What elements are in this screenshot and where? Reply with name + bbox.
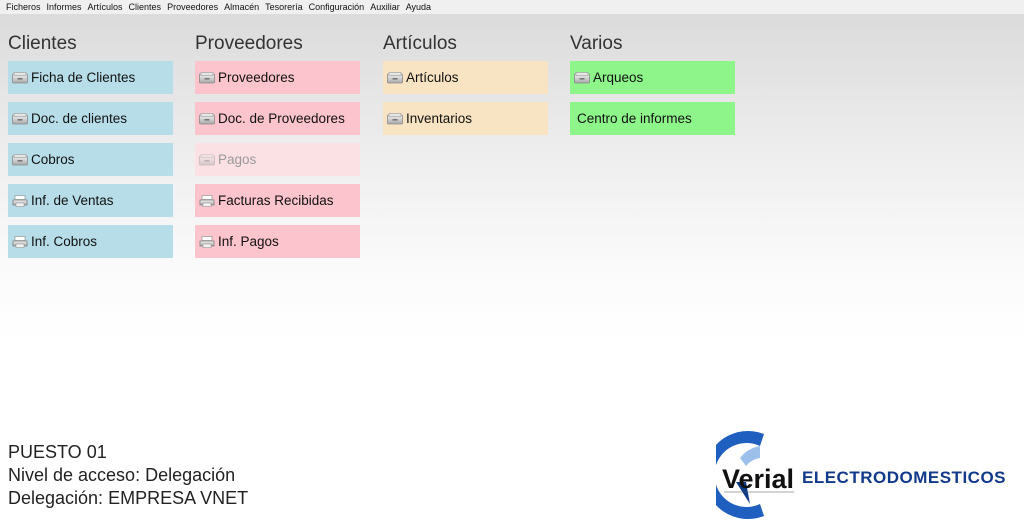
- tile-label: Proveedores: [218, 70, 295, 85]
- tile-arqueos[interactable]: Arqueos: [570, 61, 735, 94]
- menu-bar: Ficheros Informes Artículos Clientes Pro…: [0, 0, 1024, 15]
- tile-centro-de-informes[interactable]: Centro de informes: [570, 102, 735, 135]
- column-varios: Varios Arqueos Centro de informes: [570, 33, 735, 143]
- menu-almacen[interactable]: Almacén: [221, 2, 262, 12]
- drawer-icon: [12, 112, 28, 125]
- drawer-icon: [199, 71, 215, 84]
- tile-label: Inf. de Ventas: [31, 193, 114, 208]
- tile-articulos[interactable]: Artículos: [383, 61, 548, 94]
- drawer-icon: [12, 71, 28, 84]
- tile-label: Facturas Recibidas: [218, 193, 334, 208]
- tile-label: Inf. Pagos: [218, 234, 279, 249]
- column-title: Clientes: [8, 33, 77, 54]
- menu-configuracion[interactable]: Configuración: [306, 2, 368, 12]
- tile-inf-cobros[interactable]: Inf. Cobros: [8, 225, 173, 258]
- session-info: PUESTO 01 Nivel de acceso: Delegación De…: [8, 441, 248, 510]
- menu-ayuda[interactable]: Ayuda: [403, 2, 434, 12]
- logo-brand-text: Verial: [722, 464, 794, 494]
- delegacion-label: Delegación: EMPRESA VNET: [8, 488, 249, 508]
- column-title: Artículos: [383, 33, 457, 54]
- tile-label: Cobros: [31, 152, 75, 167]
- printer-icon: [12, 235, 28, 248]
- verial-logo: Verial ELECTRODOMESTICOS: [704, 430, 1016, 520]
- printer-icon: [12, 194, 28, 207]
- column-title: Proveedores: [195, 33, 303, 54]
- menu-informes[interactable]: Informes: [44, 2, 85, 12]
- tile-label: Centro de informes: [577, 111, 692, 126]
- nivel-acceso-label: Nivel de acceso: Delegación: [8, 465, 236, 485]
- tile-pagos: Pagos: [195, 143, 360, 176]
- menu-clientes[interactable]: Clientes: [126, 2, 165, 12]
- printer-icon: [199, 235, 215, 248]
- menu-auxiliar[interactable]: Auxiliar: [367, 2, 403, 12]
- menu-proveedores[interactable]: Proveedores: [164, 2, 221, 12]
- tile-ficha-de-clientes[interactable]: Ficha de Clientes: [8, 61, 173, 94]
- puesto-label: PUESTO 01: [8, 442, 107, 462]
- tile-proveedores[interactable]: Proveedores: [195, 61, 360, 94]
- column-articulos: Artículos Artículos Inventarios: [383, 33, 548, 143]
- drawer-icon: [387, 71, 403, 84]
- tile-cobros[interactable]: Cobros: [8, 143, 173, 176]
- tile-doc-de-proveedores[interactable]: Doc. de Proveedores: [195, 102, 360, 135]
- tile-inventarios[interactable]: Inventarios: [383, 102, 548, 135]
- tile-inf-de-ventas[interactable]: Inf. de Ventas: [8, 184, 173, 217]
- tile-label: Doc. de Proveedores: [218, 111, 345, 126]
- drawer-icon: [199, 153, 215, 166]
- logo-sub-text: ELECTRODOMESTICOS: [802, 468, 1006, 487]
- drawer-icon: [12, 153, 28, 166]
- tile-label: Artículos: [406, 70, 459, 85]
- tile-label: Inf. Cobros: [31, 234, 98, 249]
- tile-label: Inventarios: [406, 111, 473, 126]
- tile-label: Arqueos: [593, 70, 644, 85]
- drawer-icon: [387, 112, 403, 125]
- tile-label: Ficha de Clientes: [31, 70, 136, 85]
- tile-doc-de-clientes[interactable]: Doc. de clientes: [8, 102, 173, 135]
- column-proveedores: Proveedores Proveedores Doc. de Proveedo…: [195, 33, 360, 266]
- menu-ficheros[interactable]: Ficheros: [3, 2, 44, 12]
- drawer-icon: [574, 71, 590, 84]
- tile-inf-pagos[interactable]: Inf. Pagos: [195, 225, 360, 258]
- tile-facturas-recibidas[interactable]: Facturas Recibidas: [195, 184, 360, 217]
- tile-label: Doc. de clientes: [31, 111, 128, 126]
- column-clientes: Clientes Ficha de Clientes Doc. de clien…: [8, 33, 173, 266]
- column-title: Varios: [570, 33, 623, 54]
- menu-tesoreria[interactable]: Tesorería: [262, 2, 306, 12]
- menu-articulos[interactable]: Artículos: [85, 2, 126, 12]
- tile-label: Pagos: [218, 152, 257, 167]
- drawer-icon: [199, 112, 215, 125]
- printer-icon: [199, 194, 215, 207]
